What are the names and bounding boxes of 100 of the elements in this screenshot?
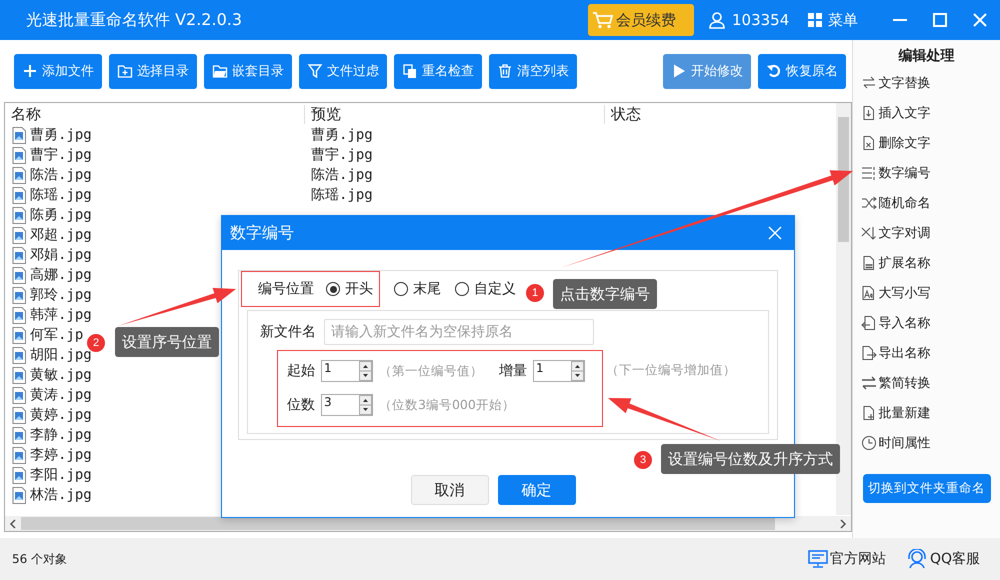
column-header[interactable]: 预览 xyxy=(305,104,605,124)
image-file-icon xyxy=(12,286,26,304)
spin-arrows-icon[interactable] xyxy=(571,361,584,381)
column-header[interactable]: 状态 xyxy=(605,104,641,124)
sidebar-item[interactable]: 繁简转换 xyxy=(858,368,994,398)
file-name[interactable]: 黄涛.jpg xyxy=(30,386,92,404)
image-file-icon xyxy=(12,166,26,184)
file-name[interactable]: 曹勇.jpg xyxy=(30,126,92,144)
monitor-icon xyxy=(808,550,828,568)
preview-name: 陈瑶.jpg xyxy=(311,187,373,203)
shuffle-icon xyxy=(860,225,876,241)
image-file-icon xyxy=(12,406,26,424)
file-name[interactable]: 邓娟.jpg xyxy=(30,246,92,264)
number-spinner[interactable]: 3 xyxy=(321,394,373,416)
scroll-left-icon[interactable] xyxy=(9,518,17,528)
sidebar-item[interactable]: 文字对调 xyxy=(858,218,994,248)
window-title: 光速批量重命名软件 V2.2.0.3 xyxy=(26,10,244,30)
sidebar-item[interactable]: 导入名称 xyxy=(858,308,994,338)
swap-arrows-icon xyxy=(860,375,876,391)
file-name-field[interactable]: 请输入新文件名为空保持原名 xyxy=(324,319,594,345)
toolbar-button[interactable]: 嵌套目录 xyxy=(204,54,292,88)
field-label: 位数 xyxy=(287,396,315,414)
file-name[interactable]: 陈瑶.jpg xyxy=(30,186,92,204)
image-file-icon xyxy=(12,186,26,204)
file-name[interactable]: 黄婷.jpg xyxy=(30,406,92,424)
image-file-icon xyxy=(12,446,26,464)
file-name[interactable]: 陈勇.jpg xyxy=(30,206,92,224)
confirm-button[interactable]: 确定 xyxy=(498,475,576,505)
image-file-icon xyxy=(12,486,26,504)
document-x-icon xyxy=(860,135,876,151)
toolbar-button[interactable]: 添加文件 xyxy=(14,54,102,88)
file-name[interactable]: 李阳.jpg xyxy=(30,466,92,484)
spin-arrows-icon[interactable] xyxy=(359,361,372,381)
image-file-icon xyxy=(12,246,26,264)
maximize-icon xyxy=(933,13,947,27)
step-badge: 2 xyxy=(87,334,105,352)
folder-icon xyxy=(212,63,228,79)
number-spinner[interactable]: 1 xyxy=(533,360,585,382)
file-name[interactable]: 李婷.jpg xyxy=(30,446,92,464)
toolbar-button[interactable]: 重名检查 xyxy=(394,54,482,88)
sidebar-item[interactable]: 批量新建 xyxy=(858,398,994,428)
image-file-icon xyxy=(12,306,26,324)
radio-label[interactable]: 自定义 xyxy=(474,280,516,298)
callout: 设置编号位数及升序方式 xyxy=(661,444,840,474)
toolbar-button[interactable]: 选择目录 xyxy=(109,54,197,88)
image-file-icon xyxy=(12,426,26,444)
toolbar-button[interactable]: 恢复原名 xyxy=(758,54,846,88)
cancel-button[interactable]: 取消 xyxy=(410,475,488,505)
toolbar-button[interactable]: 清空列表 xyxy=(489,54,577,88)
image-file-icon xyxy=(12,126,26,144)
vip-renew-button[interactable]: 会员续费 xyxy=(588,4,694,36)
file-name[interactable]: 李静.jpg xyxy=(30,426,92,444)
menu-button[interactable]: 菜单 xyxy=(804,10,866,30)
radio-label[interactable]: 开头 xyxy=(345,280,373,298)
sidebar-item[interactable]: 随机命名 xyxy=(858,188,994,218)
trash-icon xyxy=(497,63,513,79)
spin-arrows-icon[interactable] xyxy=(359,395,372,415)
sidebar-item[interactable]: 插入文字 xyxy=(858,98,994,128)
radio-button[interactable] xyxy=(326,282,340,296)
toolbar-button[interactable]: 文件过虑 xyxy=(299,54,387,88)
image-file-icon xyxy=(12,226,26,244)
file-name[interactable]: 郭玲.jpg xyxy=(30,286,92,304)
footer-link[interactable]: QQ客服 xyxy=(906,549,980,569)
undo-icon xyxy=(766,63,782,79)
file-name[interactable]: 曹宇.jpg xyxy=(30,146,92,164)
number-spinner[interactable]: 1 xyxy=(321,360,373,382)
radio-label[interactable]: 末尾 xyxy=(413,280,441,298)
file-name[interactable]: 邓超.jpg xyxy=(30,226,92,244)
switch-mode-button[interactable]: 切换到文件夹重命名 xyxy=(862,474,990,503)
file-name[interactable]: 高娜.jpg xyxy=(30,266,92,284)
sidebar-item[interactable]: 扩展名称 xyxy=(858,248,994,278)
image-file-icon xyxy=(12,366,26,384)
hint-text: （下一位编号增加值） xyxy=(606,362,736,379)
grid-icon xyxy=(808,13,822,27)
sidebar-item[interactable]: 大写小写 xyxy=(858,278,994,308)
sidebar-item[interactable]: 时间属性 xyxy=(858,428,994,458)
column-header[interactable]: 名称 xyxy=(5,104,305,124)
sidebar-item[interactable]: 导出名称 xyxy=(858,338,994,368)
file-name[interactable]: 陈浩.jpg xyxy=(30,166,92,184)
hint-text: （第一位编号值） xyxy=(379,362,483,380)
folder-icon xyxy=(117,63,133,79)
radio-button[interactable] xyxy=(455,282,469,296)
vertical-scrollbar[interactable] xyxy=(836,103,851,515)
footer-link[interactable]: 官方网站 xyxy=(808,550,886,568)
preview-name: 陈浩.jpg xyxy=(311,167,373,183)
horizontal-scrollbar[interactable] xyxy=(5,516,851,531)
document-plus-icon xyxy=(860,405,876,421)
file-name[interactable]: 韩萍.jpg xyxy=(30,306,92,324)
close-icon xyxy=(768,226,782,240)
sidebar-item[interactable]: 数字编号 xyxy=(858,158,994,188)
scroll-right-icon[interactable] xyxy=(839,518,847,528)
file-name[interactable]: 林浩.jpg xyxy=(30,486,92,504)
document-arrow-icon xyxy=(860,315,876,331)
sidebar-item[interactable]: 删除文字 xyxy=(858,128,994,158)
file-name[interactable]: 黄敏.jpg xyxy=(30,366,92,384)
sidebar-item[interactable]: 文字替换 xyxy=(858,68,994,98)
radio-button[interactable] xyxy=(394,282,408,296)
file-name[interactable]: 何军.jp xyxy=(30,326,84,344)
item-count: 56 个对象 xyxy=(12,550,68,568)
user-account-button[interactable]: 103354 xyxy=(704,11,796,29)
